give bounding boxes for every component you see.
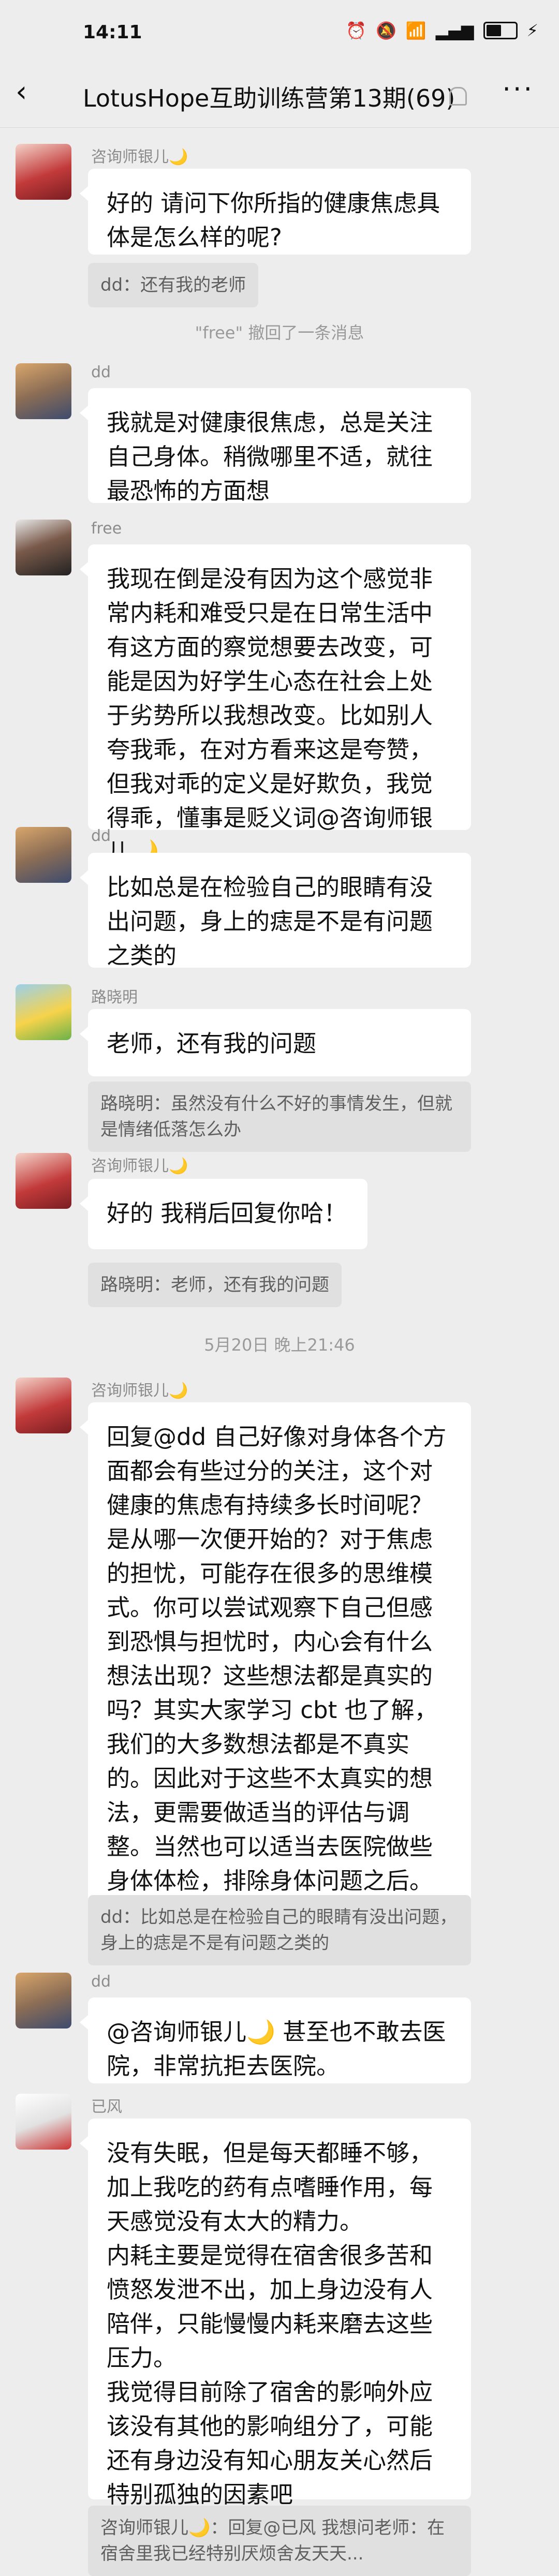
avatar-free[interactable] — [16, 520, 71, 575]
message-bubble[interactable]: 老师，还有我的问题 — [80, 1009, 471, 1076]
signal-icon: ▂▄▆ — [435, 21, 474, 40]
message-bubble[interactable]: 我就是对健康很焦虑，总是关注自己身体。稍微哪里不适，就往最恐怖的方面想 — [80, 388, 471, 505]
message-bubble[interactable]: 好的 我稍后回复你哈！ — [80, 1179, 367, 1249]
quoted-reply[interactable]: dd：还有我的老师 — [88, 263, 259, 307]
status-icons: ⏰ 🔕 📶 ▂▄▆ ⚡ — [346, 21, 538, 40]
quoted-reply[interactable]: dd：比如总是在检验自己的眼睛有没出问题，身上的痣是不是有问题之类的 — [88, 1895, 471, 1965]
message-bubble[interactable]: 没有失眠，但是每天都睡不够，加上我吃的药有点嗜睡作用，每天感觉没有太大的精力。 … — [80, 2119, 471, 2508]
timestamp: 5月20日 晚上21:46 — [204, 1335, 355, 1355]
chat-header: ‹ LotusHope互助训练营第13期(69) ··· — [0, 61, 559, 128]
avatar-counselor[interactable] — [16, 144, 71, 200]
sender-name: dd — [91, 1973, 111, 1991]
quoted-reply[interactable]: 路晓明：虽然没有什么不好的事情发生，但就是情绪低落怎么办 — [88, 1082, 471, 1152]
status-time: 14:11 — [83, 22, 142, 43]
sender-name: 咨询师银儿🌙 — [91, 148, 188, 166]
sender-name: free — [91, 520, 122, 538]
message-bubble[interactable]: 回复@dd 自己好像对身体各个方面都会有些过分的关注，这个对健康的焦虑有持续多长… — [80, 1402, 471, 1963]
sender-name: dd — [91, 363, 111, 381]
message-bubble[interactable]: 好的 请问下你所指的健康焦虑具体是怎么样的呢? — [80, 169, 471, 255]
charging-icon: ⚡ — [526, 21, 538, 40]
avatar-counselor[interactable] — [16, 1378, 71, 1433]
wifi-icon: 📶 — [405, 21, 426, 40]
back-arrow-icon[interactable]: ‹ — [16, 77, 47, 108]
sender-name: 已风 — [91, 2098, 122, 2116]
battery-icon — [483, 22, 518, 39]
avatar-dd[interactable] — [16, 827, 71, 883]
avatar-counselor[interactable] — [16, 1153, 71, 1209]
sender-name: dd — [91, 827, 111, 845]
status-bar: 14:11 ⏰ 🔕 📶 ▂▄▆ ⚡ — [0, 0, 559, 61]
message-bubble[interactable]: 我现在倒是没有因为这个感觉非常内耗和难受只是在日常生活中有这方面的察觉想要去改变… — [80, 544, 471, 866]
mute-bell-icon — [449, 87, 467, 106]
alarm-icon: ⏰ — [346, 21, 367, 40]
quoted-reply[interactable]: 路晓明：老师，还有我的问题 — [88, 1263, 342, 1307]
mute-icon: 🔕 — [376, 21, 396, 40]
more-options-icon[interactable]: ··· — [502, 76, 534, 103]
avatar-luxiaoming[interactable] — [16, 984, 71, 1040]
sender-name: 路晓明 — [91, 988, 138, 1006]
sender-name: 咨询师银儿🌙 — [91, 1382, 188, 1400]
quoted-reply[interactable]: 咨询师银儿🌙：回复@已风 我想问老师：在宿舍里我已经特别厌烦舍友天天... — [88, 2506, 471, 2576]
chat-title: LotusHope互助训练营第13期(69) — [83, 84, 455, 112]
avatar-dd[interactable] — [16, 363, 71, 419]
message-bubble[interactable]: 比如总是在检验自己的眼睛有没出问题，身上的痣是不是有问题之类的 — [80, 853, 471, 969]
avatar-yifeng[interactable] — [16, 2094, 71, 2150]
system-notice: "free" 撤回了一条消息 — [195, 323, 364, 343]
sender-name: 咨询师银儿🌙 — [91, 1157, 188, 1175]
avatar-dd[interactable] — [16, 1973, 71, 2029]
message-bubble[interactable]: @咨询师银儿🌙 甚至也不敢去医院，非常抗拒去医院。 — [80, 1997, 471, 2083]
